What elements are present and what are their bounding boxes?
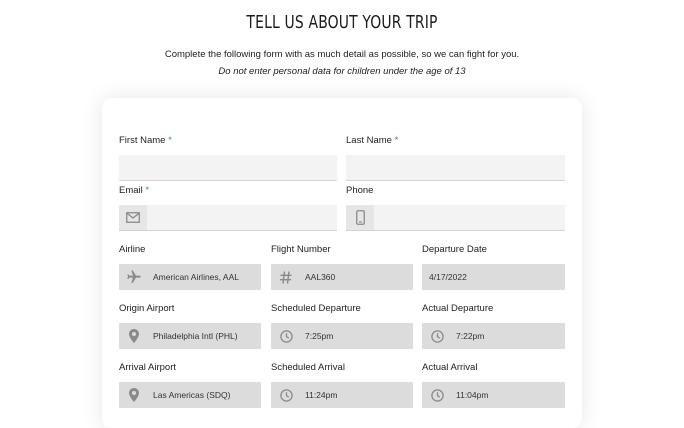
flight-number-input[interactable]: AAL360	[271, 264, 413, 290]
last-name-input[interactable]	[346, 155, 565, 181]
airline-value: American Airlines, AAL	[153, 272, 239, 282]
scheduled-departure-field: Scheduled Departure 7:25pm	[271, 303, 413, 349]
scheduled-arrival-label: Scheduled Arrival	[271, 362, 345, 373]
required-marker: *	[394, 135, 399, 146]
arrival-airport-input[interactable]: Las Americas (SDQ)	[119, 382, 261, 408]
origin-airport-value: Philadelphia Intl (PHL)	[153, 331, 238, 341]
actual-arrival-input[interactable]: 11:04pm	[422, 382, 565, 408]
privacy-note: Do not enter personal data for children …	[218, 66, 466, 77]
hash-icon	[271, 264, 301, 290]
origin-airport-input[interactable]: Philadelphia Intl (PHL)	[119, 323, 261, 349]
page-title: TELL US ABOUT YOUR TRIP	[246, 12, 438, 33]
airline-input[interactable]: American Airlines, AAL	[119, 264, 261, 290]
departure-date-input[interactable]: 4/17/2022	[422, 264, 565, 290]
scheduled-arrival-field: Scheduled Arrival 11:24pm	[271, 362, 413, 408]
email-input[interactable]	[119, 205, 337, 231]
trip-form-card: First Name * Last Name * Email * Phone A…	[102, 98, 582, 428]
airplane-icon	[119, 264, 149, 290]
first-name-input[interactable]	[119, 155, 337, 181]
actual-arrival-field: Actual Arrival 11:04pm	[422, 362, 565, 408]
flight-number-field: Flight Number AAL360	[271, 244, 413, 290]
clock-icon	[271, 382, 301, 408]
clock-icon	[271, 323, 301, 349]
scheduled-arrival-input[interactable]: 11:24pm	[271, 382, 413, 408]
email-field: Email *	[119, 185, 337, 231]
last-name-label: Last Name	[346, 135, 392, 146]
phone-label: Phone	[346, 185, 374, 196]
page-subtitle: Complete the following form with as much…	[164, 49, 520, 60]
first-name-label: First Name	[119, 135, 166, 146]
origin-airport-label: Origin Airport	[119, 303, 175, 314]
phone-field: Phone	[346, 185, 565, 231]
departure-date-field: Departure Date 4/17/2022	[422, 244, 565, 290]
airline-label: Airline	[119, 244, 146, 255]
departure-date-label: Departure Date	[422, 244, 487, 255]
origin-airport-field: Origin Airport Philadelphia Intl (PHL)	[119, 303, 261, 349]
envelope-icon	[119, 205, 147, 230]
mobile-phone-icon	[346, 205, 374, 230]
actual-departure-field: Actual Departure 7:22pm	[422, 303, 565, 349]
scheduled-departure-label: Scheduled Departure	[271, 303, 361, 314]
scheduled-departure-input[interactable]: 7:25pm	[271, 323, 413, 349]
departure-date-value: 4/17/2022	[429, 272, 467, 282]
actual-departure-input[interactable]: 7:22pm	[422, 323, 565, 349]
arrival-airport-field: Arrival Airport Las Americas (SDQ)	[119, 362, 261, 408]
airline-field: Airline American Airlines, AAL	[119, 244, 261, 290]
page-header: TELL US ABOUT YOUR TRIP Complete the fol…	[0, 0, 684, 78]
flight-number-value: AAL360	[305, 272, 336, 282]
actual-departure-value: 7:22pm	[456, 331, 485, 341]
clock-icon	[422, 323, 452, 349]
scheduled-arrival-value: 11:24pm	[305, 390, 338, 400]
first-name-field: First Name *	[119, 135, 337, 181]
actual-departure-label: Actual Departure	[422, 303, 494, 314]
arrival-airport-value: Las Americas (SDQ)	[153, 390, 231, 400]
phone-input[interactable]	[346, 205, 565, 231]
clock-icon	[422, 382, 452, 408]
actual-arrival-label: Actual Arrival	[422, 362, 478, 373]
required-marker: *	[168, 135, 172, 146]
flight-number-label: Flight Number	[271, 244, 331, 255]
actual-arrival-value: 11:04pm	[456, 390, 489, 400]
last-name-field: Last Name *	[346, 135, 565, 181]
scheduled-departure-value: 7:25pm	[305, 331, 334, 341]
arrival-airport-label: Arrival Airport	[119, 362, 177, 373]
required-marker: *	[145, 185, 150, 196]
email-label: Email	[119, 185, 143, 196]
map-pin-icon	[119, 323, 149, 349]
map-pin-icon	[119, 382, 149, 408]
